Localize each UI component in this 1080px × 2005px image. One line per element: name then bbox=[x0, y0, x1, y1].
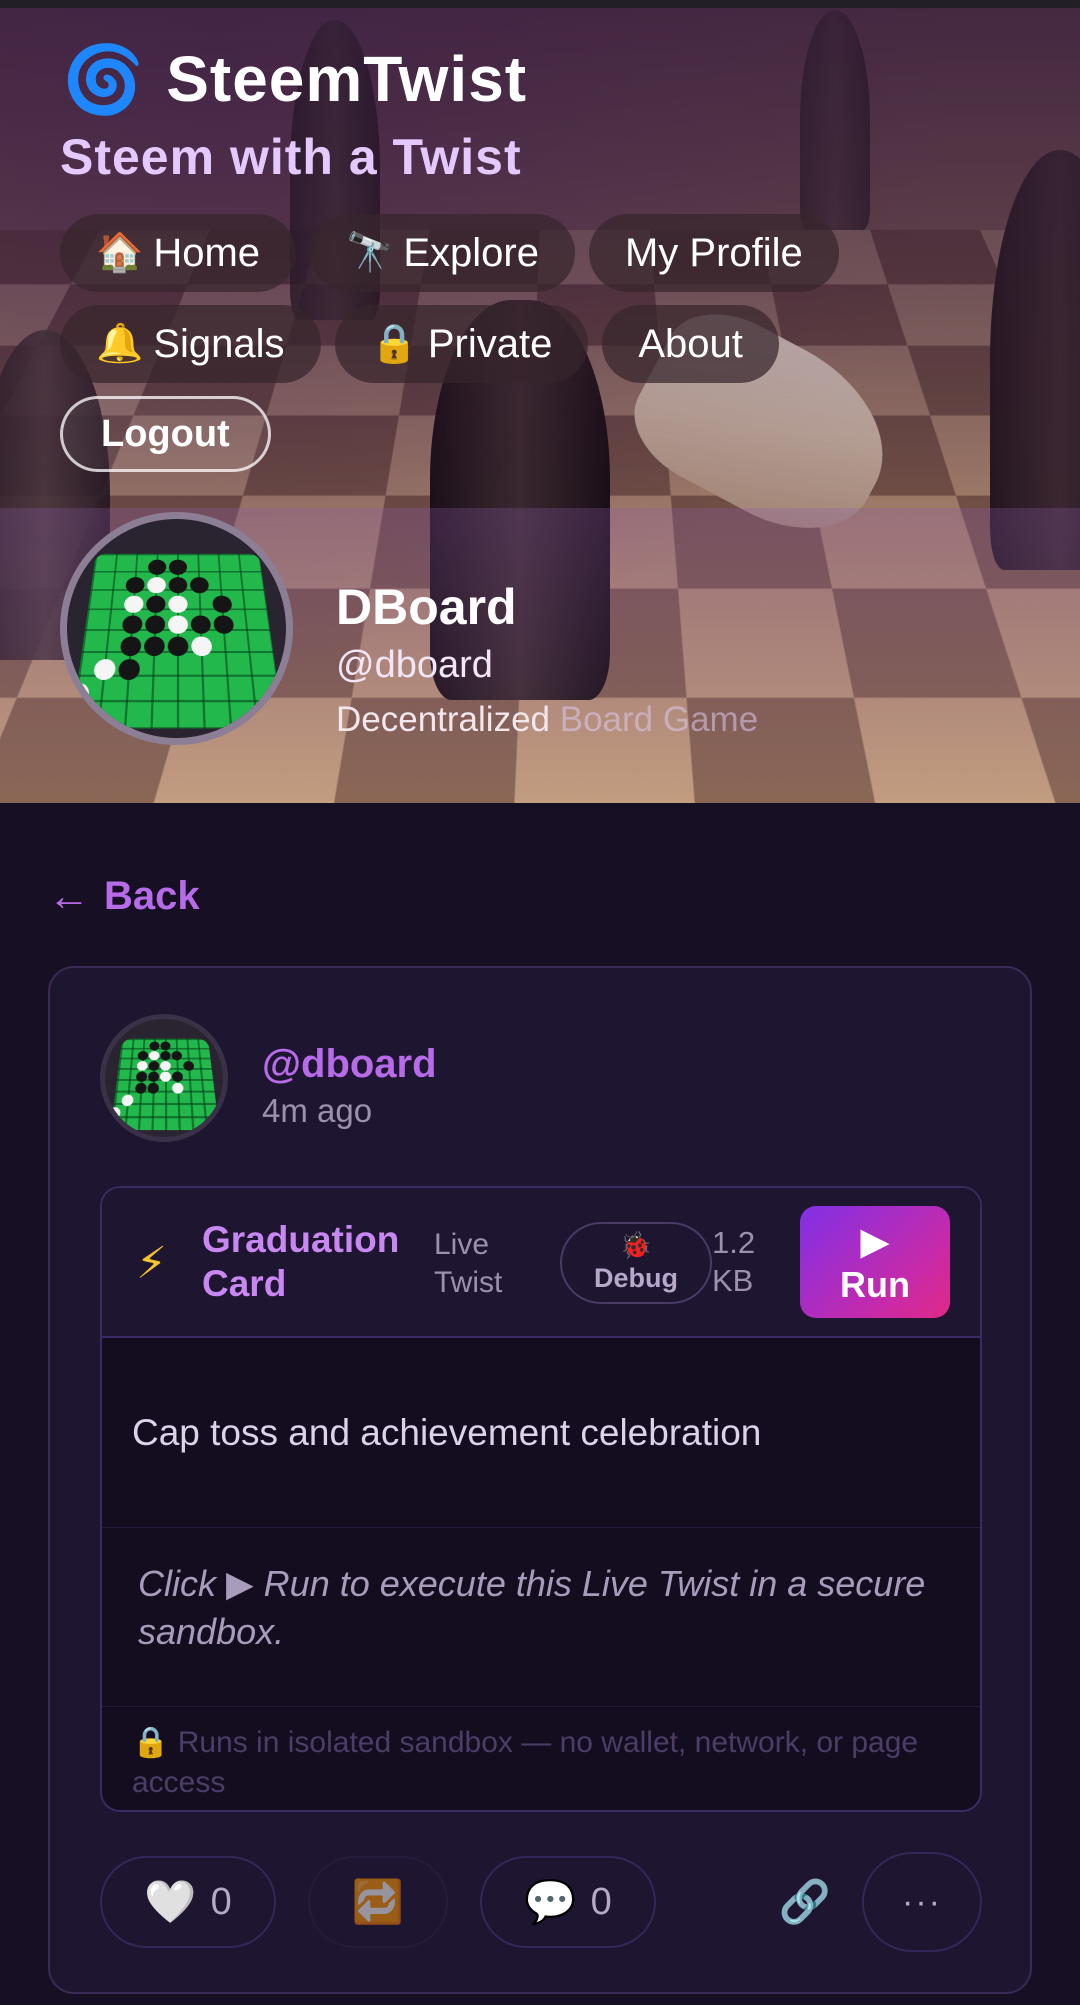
app-name: SteemTwist bbox=[166, 43, 528, 115]
speech-bubble-icon: 💬 bbox=[524, 1877, 577, 1925]
nav-my-profile-button[interactable]: My Profile bbox=[588, 214, 839, 292]
logout-button[interactable]: Logout bbox=[60, 396, 271, 472]
top-bar bbox=[0, 0, 1080, 8]
more-options-button[interactable]: ··· bbox=[862, 1852, 982, 1952]
debug-label: Debug bbox=[594, 1263, 678, 1293]
post-timestamp: 4m ago bbox=[262, 1092, 373, 1129]
twist-toolbar: ⚡ Graduation Card Live Twist 🐞 Debug 1.2… bbox=[102, 1188, 980, 1338]
back-label: Back bbox=[104, 873, 200, 918]
run-button[interactable]: ▶ Run bbox=[800, 1206, 950, 1318]
nav-label: Home bbox=[153, 230, 261, 275]
twist-type-label: Live Twist bbox=[434, 1228, 503, 1299]
bell-icon: 🔔 bbox=[96, 323, 144, 365]
description-text-faded: Board Game bbox=[559, 700, 759, 739]
post-actions: 🤍 0 🔁 💬 0 🔗 ··· bbox=[100, 1852, 1000, 1952]
like-count: 0 bbox=[210, 1880, 232, 1923]
twist-title: Graduation Card bbox=[202, 1219, 400, 1304]
swirl-logo-icon: 🌀 bbox=[62, 42, 145, 116]
profile-name: DBoard bbox=[336, 579, 517, 635]
twist-description: Cap toss and achievement celebration bbox=[102, 1338, 980, 1528]
like-button[interactable]: 🤍 0 bbox=[100, 1856, 276, 1948]
profile-avatar[interactable] bbox=[60, 512, 293, 745]
nav-private-button[interactable]: 🔒 Private bbox=[334, 305, 589, 383]
telescope-icon: 🔭 bbox=[346, 232, 394, 274]
twist-run-hint: Click ▶ Run to execute this Live Twist i… bbox=[138, 1563, 926, 1652]
nav-label: Signals bbox=[153, 321, 285, 366]
nav-about-button[interactable]: About bbox=[602, 305, 779, 383]
house-icon: 🏠 bbox=[96, 232, 144, 274]
ladybug-icon: 🐞 bbox=[619, 1230, 653, 1260]
nav-label: Private bbox=[427, 321, 553, 366]
comment-count: 0 bbox=[590, 1880, 612, 1923]
sandbox-note: 🔒 Runs in isolated sandbox — no wallet, … bbox=[102, 1706, 980, 1810]
nav-signals-button[interactable]: 🔔 Signals bbox=[60, 305, 321, 383]
play-icon: ▶ bbox=[860, 1221, 890, 1263]
lightning-icon: ⚡ bbox=[136, 1239, 167, 1288]
nav-label: About bbox=[638, 321, 743, 366]
lock-icon: 🔒 bbox=[370, 323, 418, 365]
live-twist-panel: ⚡ Graduation Card Live Twist 🐞 Debug 1.2… bbox=[100, 1186, 982, 1812]
link-icon: 🔗 bbox=[778, 1877, 832, 1925]
nav-home-button[interactable]: 🏠 Home bbox=[60, 214, 297, 292]
arrow-left-icon: ← bbox=[48, 872, 90, 919]
twist-size: 1.2 KB bbox=[712, 1225, 756, 1298]
profile-handle: @dboard bbox=[336, 644, 493, 686]
run-label: Run bbox=[840, 1264, 910, 1305]
debug-button[interactable]: 🐞 Debug bbox=[560, 1222, 712, 1304]
author-avatar[interactable] bbox=[100, 1014, 228, 1142]
retwist-button[interactable]: 🔁 bbox=[308, 1856, 448, 1948]
heart-icon: 🤍 bbox=[144, 1877, 197, 1925]
post-author[interactable]: @dboard bbox=[262, 1042, 437, 1087]
nav-explore-button[interactable]: 🔭 Explore bbox=[310, 214, 575, 292]
description-text: Decentralized bbox=[336, 700, 560, 739]
othello-board-image bbox=[107, 1038, 220, 1131]
copy-link-button[interactable]: 🔗 bbox=[770, 1856, 840, 1948]
app-tagline: Steem with a Twist bbox=[60, 129, 522, 185]
othello-board-image bbox=[67, 553, 285, 729]
repeat-icon: 🔁 bbox=[351, 1877, 405, 1925]
profile-description: Decentralized Board Game bbox=[336, 700, 758, 740]
nav-label: Explore bbox=[403, 230, 539, 275]
main-nav: 🏠 Home 🔭 Explore My Profile 🔔 Signals 🔒 … bbox=[60, 214, 960, 485]
post-card: @dboard 4m ago ⚡ Graduation Card Live Tw… bbox=[48, 966, 1032, 1994]
brand[interactable]: 🌀 SteemTwist bbox=[62, 42, 527, 116]
back-link[interactable]: ← Back bbox=[48, 872, 200, 920]
comment-button[interactable]: 💬 0 bbox=[480, 1856, 656, 1948]
nav-label: My Profile bbox=[624, 230, 803, 275]
